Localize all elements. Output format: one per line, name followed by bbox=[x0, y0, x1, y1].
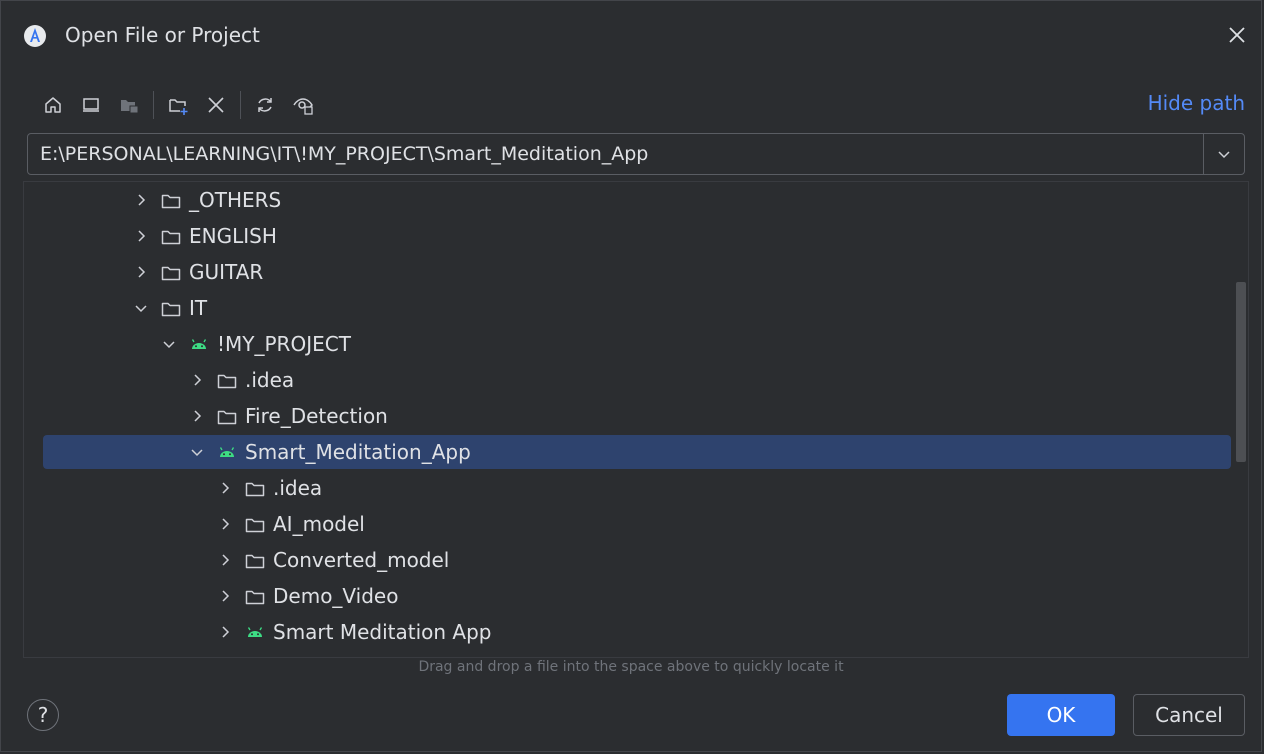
folder-icon bbox=[217, 410, 237, 425]
tree-row[interactable]: _OTHERS bbox=[24, 183, 1248, 219]
folder-icon bbox=[161, 302, 181, 317]
tree-row-label: Converted_model bbox=[273, 548, 450, 572]
tree-row-label: .idea bbox=[245, 368, 295, 392]
help-button[interactable]: ? bbox=[27, 699, 59, 731]
tree-row[interactable]: GUITAR bbox=[24, 255, 1248, 291]
folder-icon bbox=[161, 194, 181, 209]
chevron-right-icon[interactable] bbox=[216, 587, 234, 605]
toolbar-separator bbox=[153, 91, 154, 119]
title-bar: Open File or Project bbox=[1, 1, 1261, 71]
close-icon[interactable] bbox=[1227, 25, 1247, 45]
chevron-right-icon[interactable] bbox=[188, 371, 206, 389]
drag-drop-hint: Drag and drop a file into the space abov… bbox=[418, 659, 844, 675]
toolbar-separator bbox=[240, 91, 241, 119]
path-history-dropdown[interactable] bbox=[1203, 134, 1244, 174]
tree-row[interactable]: !MY_PROJECT bbox=[24, 327, 1248, 363]
chevron-right-icon[interactable] bbox=[216, 515, 234, 533]
hide-path-link[interactable]: Hide path bbox=[1148, 91, 1245, 115]
path-input[interactable] bbox=[28, 134, 1204, 174]
path-combobox[interactable] bbox=[27, 133, 1245, 175]
refresh-icon[interactable] bbox=[251, 91, 279, 119]
tree-row-label: IT bbox=[189, 296, 208, 320]
android-icon bbox=[219, 447, 235, 457]
chevron-right-icon[interactable] bbox=[132, 227, 150, 245]
folder-icon bbox=[245, 482, 265, 497]
chevron-right-icon[interactable] bbox=[188, 407, 206, 425]
open-file-dialog: Open File or Project Hide path E:\PERSON… bbox=[0, 0, 1262, 752]
tree-row-label: _OTHERS bbox=[189, 188, 282, 212]
tree-row-label: Fire_Detection bbox=[245, 404, 388, 428]
folder-icon bbox=[245, 518, 265, 533]
tree-row-label: Smart_Meditation_App bbox=[245, 440, 471, 464]
chevron-right-icon[interactable] bbox=[132, 263, 150, 281]
new-folder-icon[interactable] bbox=[164, 91, 192, 119]
android-icon bbox=[191, 339, 207, 349]
tree-row-label: GUITAR bbox=[189, 260, 264, 284]
tree-row[interactable]: Fire_Detection bbox=[24, 399, 1248, 435]
tree-row[interactable]: Demo_Video bbox=[24, 579, 1248, 615]
android-studio-icon bbox=[24, 25, 46, 47]
folder-icon bbox=[245, 590, 265, 605]
cancel-button[interactable]: Cancel bbox=[1133, 694, 1245, 736]
file-tree[interactable]: _OTHERS ENGLISH GUITAR IT !MY_PROJECT .idea Fi… bbox=[23, 181, 1249, 658]
chevron-down-icon[interactable] bbox=[160, 335, 178, 353]
android-icon bbox=[247, 627, 263, 637]
desktop-icon[interactable] bbox=[77, 91, 105, 119]
dialog-title: Open File or Project bbox=[65, 23, 260, 47]
chevron-down-icon bbox=[1218, 151, 1230, 159]
tree-row-label: Demo_Video bbox=[273, 584, 399, 608]
tree-row-label: .idea bbox=[273, 476, 323, 500]
folder-icon bbox=[161, 230, 181, 245]
ok-button[interactable]: OK bbox=[1007, 694, 1115, 736]
tree-row-label: ENGLISH bbox=[189, 224, 277, 248]
toolbar bbox=[39, 90, 327, 120]
chevron-right-icon[interactable] bbox=[132, 191, 150, 209]
project-folder-icon[interactable] bbox=[115, 91, 143, 119]
tree-row[interactable]: Converted_model bbox=[24, 543, 1248, 579]
folder-icon bbox=[217, 374, 237, 389]
tree-row-label: !MY_PROJECT bbox=[217, 332, 351, 356]
tree-row-label: AI_model bbox=[273, 512, 365, 536]
chevron-right-icon[interactable] bbox=[216, 479, 234, 497]
delete-icon[interactable] bbox=[202, 91, 230, 119]
chevron-right-icon[interactable] bbox=[216, 623, 234, 641]
home-icon[interactable] bbox=[39, 91, 67, 119]
chevron-down-icon[interactable] bbox=[188, 443, 206, 461]
show-hidden-icon[interactable] bbox=[289, 91, 317, 119]
folder-icon bbox=[161, 266, 181, 281]
tree-row[interactable]: .idea bbox=[24, 363, 1248, 399]
tree-row[interactable]: .idea bbox=[24, 471, 1248, 507]
tree-row[interactable]: Smart Meditation App bbox=[24, 615, 1248, 651]
folder-icon bbox=[245, 554, 265, 569]
tree-row-label: Smart Meditation App bbox=[273, 620, 492, 644]
tree-row[interactable]: ENGLISH bbox=[24, 219, 1248, 255]
tree-row[interactable]: IT bbox=[24, 291, 1248, 327]
tree-row[interactable]: Smart_Meditation_App bbox=[24, 435, 1248, 471]
chevron-right-icon[interactable] bbox=[216, 551, 234, 569]
chevron-down-icon[interactable] bbox=[132, 299, 150, 317]
tree-row[interactable]: AI_model bbox=[24, 507, 1248, 543]
